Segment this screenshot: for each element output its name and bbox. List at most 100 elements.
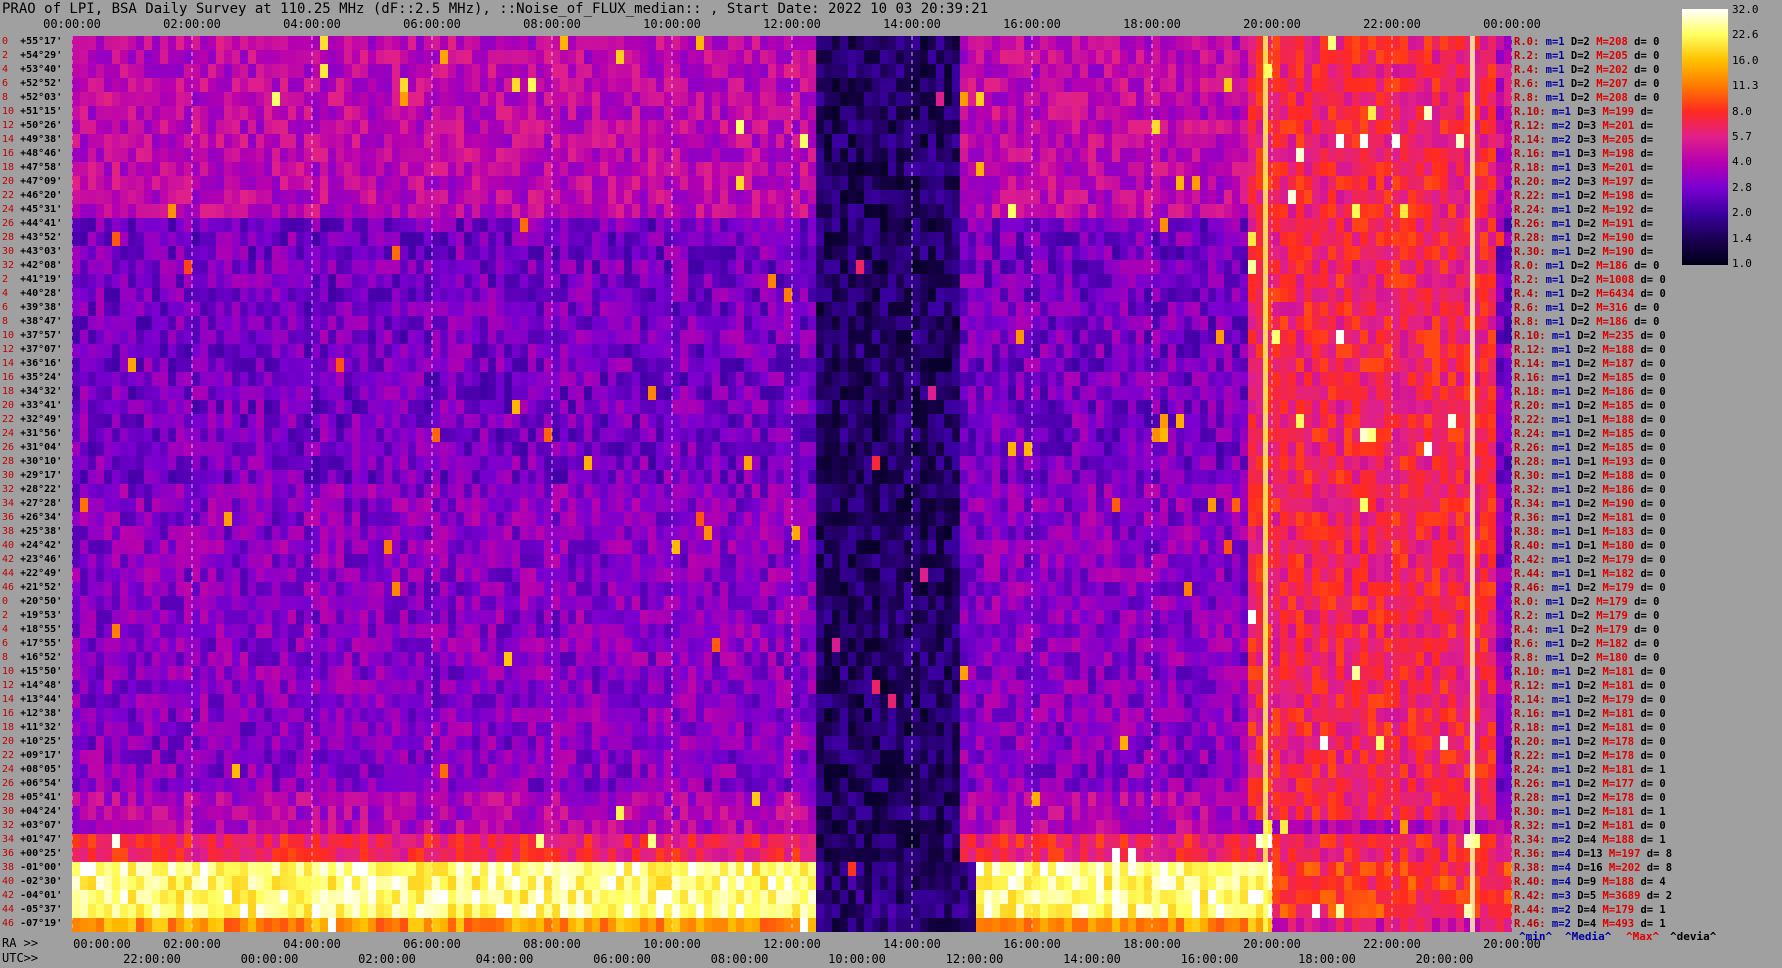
heatmap-cell <box>456 316 465 331</box>
heatmap-cell <box>224 120 233 135</box>
heatmap-cell <box>984 148 993 163</box>
heatmap-cell <box>1144 162 1153 177</box>
heatmap-cell <box>1368 50 1377 65</box>
heatmap-cell <box>424 414 433 429</box>
heatmap-cell <box>96 274 105 289</box>
heatmap-cell <box>632 50 641 65</box>
heatmap-cell <box>936 106 945 121</box>
heatmap-cell <box>176 120 185 135</box>
heatmap-cell <box>1312 92 1321 107</box>
heatmap-cell <box>584 274 593 289</box>
heatmap-cell <box>224 204 233 219</box>
heatmap-cell <box>496 190 505 205</box>
heatmap-cell <box>1192 386 1201 401</box>
heatmap-cell <box>744 120 753 135</box>
heatmap-cell <box>1024 36 1033 51</box>
heatmap-cell <box>1208 330 1217 345</box>
heatmap-cell <box>1064 50 1073 65</box>
heatmap-cell <box>752 358 761 373</box>
heatmap-cell <box>1392 64 1401 79</box>
heatmap-cell <box>1288 134 1297 149</box>
heatmap-cell <box>440 204 449 219</box>
heatmap-cell <box>1360 274 1369 289</box>
heatmap-cell <box>1240 204 1249 219</box>
heatmap-cell <box>440 414 449 429</box>
heatmap-cell <box>632 302 641 317</box>
heatmap-cell <box>288 204 297 219</box>
heatmap-cell <box>824 358 833 373</box>
heatmap-cell <box>776 274 785 289</box>
heatmap-cell <box>280 414 289 429</box>
heatmap-cell <box>1056 106 1065 121</box>
heatmap-cell <box>1224 274 1233 289</box>
heatmap-cell <box>808 246 817 261</box>
heatmap-cell <box>1504 106 1512 121</box>
heatmap-cell <box>1136 330 1145 345</box>
heatmap-cell <box>1368 344 1377 359</box>
heatmap-cell <box>1232 148 1241 163</box>
heatmap-cell <box>312 414 321 429</box>
heatmap-cell <box>856 176 865 191</box>
heatmap-cell <box>648 36 657 51</box>
heatmap-cell <box>424 316 433 331</box>
heatmap-cell <box>472 92 481 107</box>
heatmap-cell <box>1344 36 1353 51</box>
heatmap-cell <box>480 176 489 191</box>
heatmap-cell <box>1072 50 1081 65</box>
heatmap-cell <box>1008 274 1017 289</box>
heatmap-cell <box>1064 64 1073 79</box>
heatmap-cell <box>1088 232 1097 247</box>
heatmap-cell <box>656 260 665 275</box>
heatmap-cell <box>592 92 601 107</box>
heatmap-cell <box>680 246 689 261</box>
heatmap-cell <box>376 148 385 163</box>
heatmap-cell <box>1232 134 1241 149</box>
heatmap-cell <box>672 36 681 51</box>
heatmap-cell <box>872 64 881 79</box>
heatmap-cell <box>504 302 513 317</box>
heatmap-cell <box>1440 176 1449 191</box>
heatmap-cell <box>648 190 657 205</box>
heatmap-cell <box>672 120 681 135</box>
declination-label: 22 +46°20' <box>2 190 63 201</box>
heatmap-cell <box>1056 344 1065 359</box>
heatmap-cell <box>360 162 369 177</box>
heatmap-cell <box>872 218 881 233</box>
heatmap-cell <box>984 274 993 289</box>
heatmap-cell <box>1272 148 1281 163</box>
heatmap-cell <box>728 330 737 345</box>
heatmap-cell <box>72 344 81 359</box>
heatmap-cell <box>1008 400 1017 415</box>
heatmap-cell <box>920 358 929 373</box>
heatmap-cell <box>968 134 977 149</box>
heatmap-cell <box>800 260 809 275</box>
heatmap-cell <box>864 358 873 373</box>
heatmap-cell <box>1232 288 1241 303</box>
heatmap-cell <box>864 218 873 233</box>
heatmap-cell <box>992 218 1001 233</box>
heatmap-cell <box>456 344 465 359</box>
heatmap-cell <box>456 218 465 233</box>
heatmap-cell <box>776 358 785 373</box>
heatmap-cell <box>1488 316 1497 331</box>
heatmap-cell <box>216 78 225 93</box>
heatmap-cell <box>344 372 353 387</box>
heatmap-cell <box>344 358 353 373</box>
heatmap-cell <box>336 218 345 233</box>
heatmap-cell <box>952 134 961 149</box>
heatmap-cell <box>520 120 529 135</box>
heatmap-cell <box>1160 204 1169 219</box>
heatmap-cell <box>264 78 273 93</box>
heatmap-cell <box>640 148 649 163</box>
heatmap-cell <box>664 106 673 121</box>
heatmap-cell <box>112 358 121 373</box>
heatmap-cell <box>816 302 825 317</box>
heatmap-cell <box>1488 344 1497 359</box>
heatmap-cell <box>328 316 337 331</box>
heatmap-cell <box>920 302 929 317</box>
heatmap-cell <box>128 358 137 373</box>
heatmap-cell <box>896 344 905 359</box>
heatmap-cell <box>1088 204 1097 219</box>
heatmap-cell <box>296 134 305 149</box>
heatmap-cell <box>1096 246 1105 261</box>
